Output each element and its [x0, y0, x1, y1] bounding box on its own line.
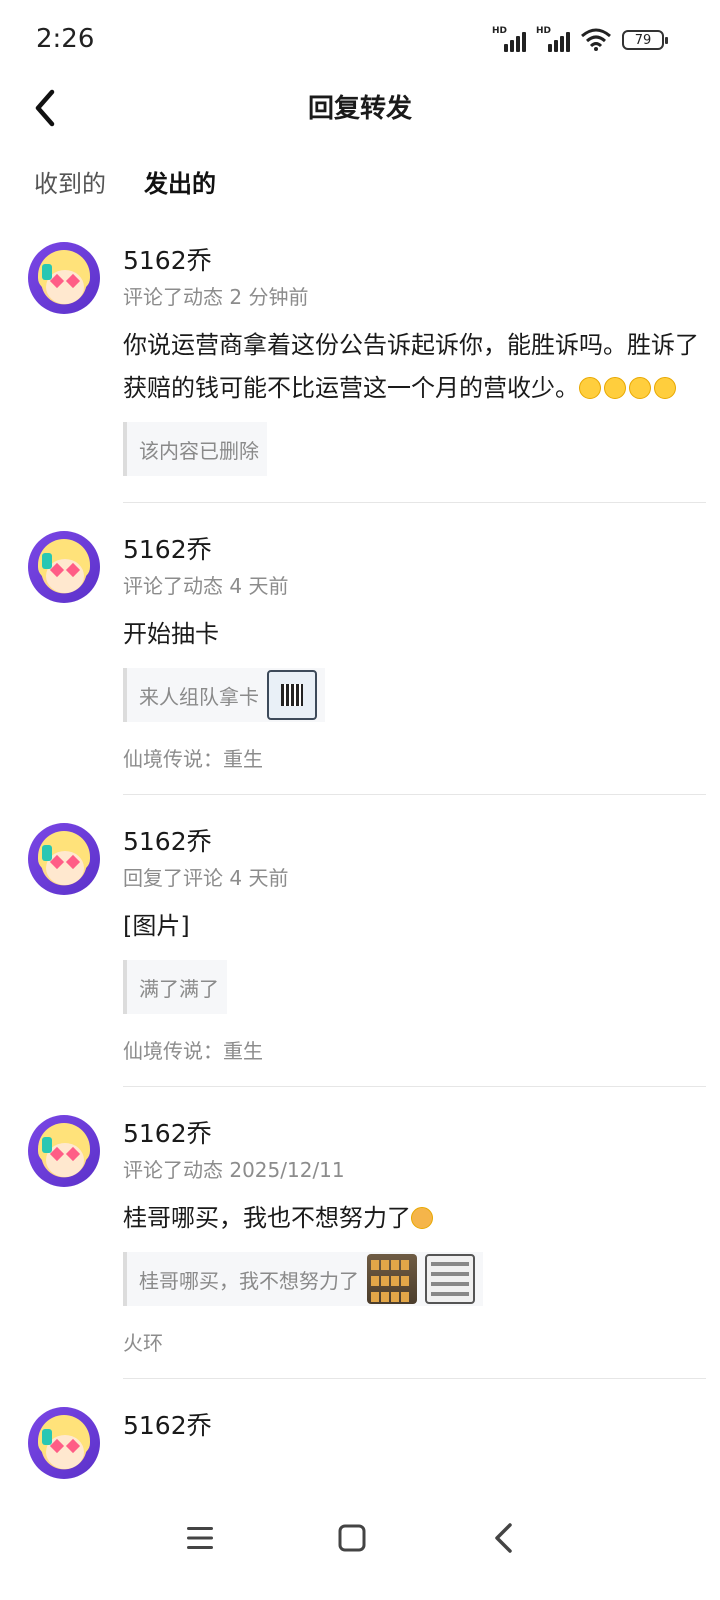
item-meta: 回复了评论 4 天前: [123, 866, 289, 890]
home-button[interactable]: [322, 1508, 382, 1568]
page-title: 回复转发: [307, 94, 412, 124]
quoted-content[interactable]: 桂哥哪买，我不想努力了: [123, 1252, 483, 1306]
status-bar: 2:26 HD HD 79: [0, 0, 720, 80]
nav-back-icon: [495, 1523, 512, 1553]
emoji-icon: [654, 377, 676, 399]
quoted-content[interactable]: 来人组队拿卡: [123, 668, 325, 722]
avatar[interactable]: [28, 1115, 100, 1187]
tab-sent[interactable]: 发出的: [144, 164, 216, 214]
quoted-text: 来人组队拿卡: [139, 684, 259, 709]
list-item[interactable]: 5162乔 评论了动态 2025/12/11 桂哥哪买，我也不想努力了 桂哥哪买…: [0, 1087, 720, 1379]
system-nav-bar: [0, 1484, 720, 1600]
username[interactable]: 5162乔: [123, 1407, 706, 1443]
avatar[interactable]: [28, 1407, 100, 1479]
tab-received[interactable]: 收到的: [34, 164, 106, 208]
signal-icon: HD: [492, 26, 526, 52]
menu-icon: [187, 1527, 213, 1549]
emoji-icon: [579, 377, 601, 399]
avatar[interactable]: [28, 242, 100, 314]
signal-icon: HD: [536, 26, 570, 52]
home-square-icon: [338, 1524, 366, 1552]
comment-text: 开始抽卡: [123, 620, 219, 648]
username[interactable]: 5162乔: [123, 1115, 706, 1151]
username[interactable]: 5162乔: [123, 823, 706, 859]
nav-back-button[interactable]: [474, 1508, 534, 1568]
thumbnail-image[interactable]: [267, 670, 317, 720]
thumbnail-image[interactable]: [425, 1254, 475, 1304]
list-item[interactable]: 5162乔: [0, 1379, 720, 1479]
emoji-icon: [629, 377, 651, 399]
comment-text: 你说运营商拿着这份公告诉起诉你，能胜诉吗。胜诉了获赔的钱可能不比运营这一个月的营…: [123, 324, 706, 410]
emoji-icon: [411, 1207, 433, 1229]
comment-body: 桂哥哪买，我也不想努力了: [123, 1204, 411, 1232]
emoji-icon: [604, 377, 626, 399]
menu-button[interactable]: [170, 1508, 230, 1568]
battery-level: 79: [634, 32, 652, 48]
header: 回复转发: [0, 80, 720, 132]
tab-bar: 收到的 发出的: [34, 164, 216, 214]
list-item[interactable]: 5162乔 评论了动态 4 天前 开始抽卡 来人组队拿卡 仙境传说：重生: [0, 503, 720, 795]
avatar[interactable]: [28, 531, 100, 603]
list-item[interactable]: 5162乔 回复了评论 4 天前 [图片] 满了满了 仙境传说：重生: [0, 795, 720, 1087]
tab-label: 发出的: [144, 170, 216, 198]
reply-list: 5162乔 评论了动态 2 分钟前 你说运营商拿着这份公告诉起诉你，能胜诉吗。胜…: [0, 228, 720, 1483]
game-tag[interactable]: 仙境传说：重生: [123, 1036, 706, 1066]
quoted-text: 桂哥哪买，我不想努力了: [139, 1268, 359, 1293]
avatar[interactable]: [28, 823, 100, 895]
username[interactable]: 5162乔: [123, 242, 706, 278]
game-tag[interactable]: 仙境传说：重生: [123, 744, 706, 774]
comment-text: 桂哥哪买，我也不想努力了: [123, 1197, 706, 1240]
battery-indicator: 79: [622, 30, 668, 50]
username[interactable]: 5162乔: [123, 531, 706, 567]
quoted-text: 该内容已删除: [139, 438, 259, 463]
quoted-content[interactable]: 满了满了: [123, 960, 227, 1014]
wifi-icon: [581, 28, 611, 51]
tab-label: 收到的: [34, 170, 106, 198]
quoted-text: 满了满了: [139, 976, 219, 1001]
tab-active-indicator: [148, 208, 216, 214]
status-time: 2:26: [36, 24, 95, 54]
thumbnail-image[interactable]: [367, 1254, 417, 1304]
item-meta: 评论了动态 2 分钟前: [123, 285, 309, 309]
status-icons: HD HD 79: [492, 26, 668, 52]
list-item[interactable]: 5162乔 评论了动态 2 分钟前 你说运营商拿着这份公告诉起诉你，能胜诉吗。胜…: [0, 228, 720, 503]
item-meta: 评论了动态 4 天前: [123, 574, 289, 598]
game-tag[interactable]: 火环: [123, 1328, 706, 1358]
comment-text: [图片]: [123, 912, 190, 940]
quoted-content[interactable]: 该内容已删除: [123, 422, 267, 476]
item-meta: 评论了动态 2025/12/11: [123, 1158, 345, 1182]
